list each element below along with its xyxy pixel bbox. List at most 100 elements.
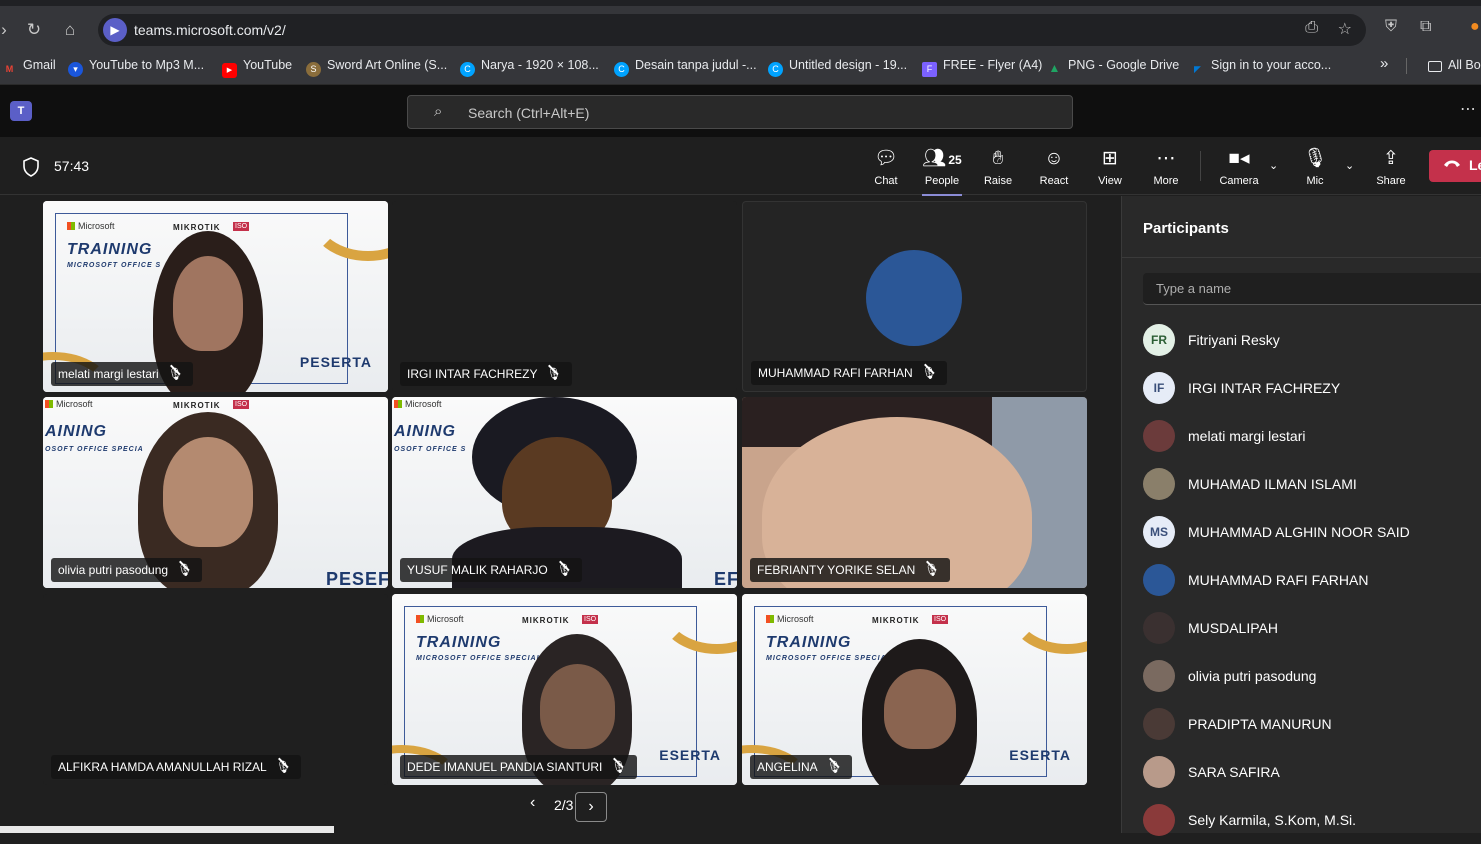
chevron-right-icon: › [588, 798, 594, 815]
video-tile[interactable]: ALFIKRA HAMDA AMANULLAH RIZAL 🎙︎ [43, 594, 388, 785]
share-button[interactable]: ⇪ Share [1363, 147, 1419, 187]
toolbar-divider [1200, 151, 1201, 181]
extensions-puzzle-icon[interactable]: ⧉ [1420, 18, 1431, 36]
panel-divider [1122, 257, 1481, 258]
chat-icon: 💬︎ [873, 148, 899, 169]
panel-title: Participants [1143, 220, 1229, 237]
bookmark-star-icon[interactable]: ☆ [1338, 19, 1352, 39]
participant-row[interactable]: melati margi lestari [1143, 412, 1481, 460]
sao-icon: S [306, 62, 321, 77]
participant-row[interactable]: FR Fitriyani Resky [1143, 316, 1481, 364]
bookmark-flyer[interactable]: F FREE - Flyer (A4) [922, 58, 1042, 77]
avatar [1143, 612, 1175, 644]
teams-site-icon: ▶ [103, 18, 127, 42]
participant-row[interactable]: Sely Karmila, S.Kom, M.Si. [1143, 796, 1481, 844]
download-icon: ▾ [68, 62, 83, 77]
participant-row[interactable]: SARA SAFIRA [1143, 748, 1481, 796]
canva-icon: C [460, 62, 475, 77]
video-tile[interactable]: Microsoft MIKROTIK ISO TRAINING MICROSOF… [43, 201, 388, 392]
name-tag: MUHAMMAD RAFI FARHAN 🎙︎ [751, 361, 947, 385]
install-app-icon[interactable]: ⎙ [1305, 19, 1318, 37]
avatar: IF [1143, 372, 1175, 404]
avatar [1143, 468, 1175, 500]
leave-label: Le [1469, 157, 1481, 173]
more-bookmarks-icon[interactable]: » [1380, 55, 1388, 72]
shield-icon[interactable] [22, 157, 40, 177]
participant-row[interactable]: PRADIPTA MANURUN [1143, 700, 1481, 748]
participant-search-input[interactable]: Type a name [1143, 273, 1481, 305]
bookmark-google-drive[interactable]: ▲ PNG - Google Drive [1047, 58, 1180, 76]
more-options-icon[interactable]: ⋯ [1460, 99, 1477, 119]
participant-name: Sely Karmila, S.Kom, M.Si. [1188, 812, 1357, 828]
camera-button[interactable]: ■◂ Camera [1211, 147, 1267, 187]
leave-button[interactable]: Le [1429, 150, 1481, 182]
mic-off-icon: 🎙︎ [276, 755, 291, 779]
participant-row[interactable]: olivia putri pasodung [1143, 652, 1481, 700]
avatar [1143, 804, 1175, 836]
video-tile[interactable]: Microsoft MIKROTIK ISO TRAINING MICROSOF… [742, 594, 1087, 785]
video-stage: Microsoft MIKROTIK ISO TRAINING MICROSOF… [10, 196, 1120, 833]
previous-page-chevron-icon[interactable]: ‹ [530, 794, 546, 812]
camera-options-chevron-icon[interactable]: ⌄ [1269, 159, 1278, 172]
video-tile[interactable]: Microsoft MIKROTIK ISO TRAINING MICROSOF… [392, 594, 737, 785]
bookmark-desain[interactable]: C Desain tanpa judul -... [614, 58, 757, 77]
participants-panel: Participants Type a name FR Fitriyani Res… [1121, 196, 1481, 836]
people-button[interactable]: 👥︎ 25 People [914, 147, 970, 196]
mic-off-icon: 🎙︎ [827, 755, 842, 779]
bookmark-sign-in[interactable]: ◤ Sign in to your acco... [1190, 58, 1331, 77]
address-bar[interactable]: ▶ teams.microsoft.com/v2/ ⎙ ☆ [98, 14, 1366, 46]
participant-face [173, 256, 243, 351]
participant-avatar [866, 250, 962, 346]
participant-face [884, 669, 956, 749]
mic-button[interactable]: 🎙︎ Mic [1287, 147, 1343, 187]
more-button[interactable]: ⋯ More [1138, 147, 1194, 187]
chat-button[interactable]: 💬︎ Chat [858, 147, 914, 187]
participant-list: FR Fitriyani Resky IF IRGI INTAR FACHREZY me… [1143, 316, 1481, 844]
bookmark-youtube[interactable]: ▶ YouTube [222, 58, 292, 78]
bookmark-sword-art-online[interactable]: S Sword Art Online (S... [306, 58, 447, 77]
participant-row[interactable]: IF IRGI INTAR FACHREZY [1143, 364, 1481, 412]
teams-logo-icon[interactable]: T [10, 101, 32, 121]
avatar [1143, 708, 1175, 740]
all-bookmarks[interactable]: All Bo [1428, 58, 1481, 72]
name-tag: melati margi lestari 🎙︎ [51, 362, 193, 386]
shield-extension-icon[interactable]: ⛨ [1385, 18, 1397, 36]
avatar: MS [1143, 516, 1175, 548]
raise-hand-button[interactable]: ✋︎ Raise [970, 147, 1026, 187]
home-icon[interactable]: ⌂ [58, 18, 82, 42]
forward-icon[interactable]: › [0, 18, 16, 42]
participant-row[interactable]: MS MUHAMMAD ALGHIN NOOR SAID [1143, 508, 1481, 556]
people-count: 25 [948, 153, 962, 167]
avatar [1143, 756, 1175, 788]
bookmark-gmail[interactable]: M Gmail [2, 58, 56, 77]
participant-name: MUHAMMAD ALGHIN NOOR SAID [1188, 524, 1410, 540]
profile-icon[interactable]: ● [1470, 18, 1480, 36]
react-button[interactable]: ☺ React [1026, 147, 1082, 187]
video-tile[interactable]: MUHAMMAD RAFI FARHAN 🎙︎ [742, 201, 1087, 392]
bookmark-untitled-design[interactable]: C Untitled design - 19... [768, 58, 907, 77]
meeting-toolbar: 57:43 💬︎ Chat 👥︎ 25 People ✋︎ Raise ☺ Rea… [0, 137, 1481, 196]
participant-name: Fitriyani Resky [1188, 332, 1280, 348]
url-text: teams.microsoft.com/v2/ [134, 22, 286, 38]
teams-search-input[interactable]: ⌕ Search (Ctrl+Alt+E) [407, 95, 1073, 129]
hand-icon: ✋︎ [992, 148, 1004, 169]
reload-icon[interactable]: ↻ [22, 18, 46, 42]
video-tile[interactable]: FEBRIANTY YORIKE SELAN 🎙︎ [742, 397, 1087, 588]
participant-row[interactable]: MUHAMAD ILMAN ISLAMI [1143, 460, 1481, 508]
video-tile[interactable]: Microsoft AINING OSOFT OFFICE S EF YUSUF… [392, 397, 737, 588]
video-tile[interactable]: IRGI INTAR FACHREZY 🎙︎ [392, 201, 737, 392]
view-button[interactable]: ⊞ View [1082, 147, 1138, 187]
video-tile[interactable]: Microsoft MIKROTIK ISO AINING OSOFT OFFI… [43, 397, 388, 588]
mic-off-icon: 🎙︎ [922, 361, 937, 385]
participant-row[interactable]: MUHAMMAD RAFI FARHAN [1143, 556, 1481, 604]
participant-name: IRGI INTAR FACHREZY [1188, 380, 1341, 396]
participant-name: MUHAMAD ILMAN ISLAMI [1188, 476, 1357, 492]
participant-search-placeholder: Type a name [1156, 281, 1232, 296]
bookmark-narya[interactable]: C Narya - 1920 × 108... [460, 58, 599, 77]
gmail-icon: M [5, 64, 14, 74]
mic-options-chevron-icon[interactable]: ⌄ [1345, 159, 1354, 172]
next-page-button[interactable]: › [575, 792, 607, 822]
bookmark-youtube-mp3[interactable]: ▾ YouTube to Mp3 M... [68, 58, 204, 77]
name-tag: YUSUF MALIK RAHARJO 🎙︎ [400, 558, 582, 582]
participant-row[interactable]: MUSDALIPAH [1143, 604, 1481, 652]
